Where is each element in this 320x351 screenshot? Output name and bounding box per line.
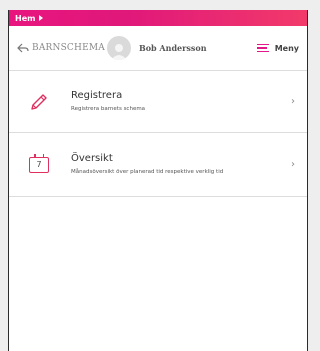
list-item-subtitle: Månadsöversikt över planerad tid respekt… <box>71 169 224 175</box>
user-silhouette-icon <box>110 44 127 60</box>
back-button[interactable]: BARNSCHEMA <box>17 43 105 53</box>
list-item-subtitle: Registrera barnets schema <box>71 106 146 112</box>
app-header: BARNSCHEMA Bob Andersson Meny <box>9 26 307 71</box>
avatar[interactable] <box>106 36 131 60</box>
pencil-icon <box>23 91 55 113</box>
menu-label: Meny <box>274 43 299 53</box>
hamburger-icon <box>256 43 269 53</box>
breadcrumb: Hem <box>9 10 307 26</box>
list-item-registrera[interactable]: Registrera Registrera barnets schema › <box>9 71 307 133</box>
list-item-text: Översikt Månadsöversikt över planerad ti… <box>71 153 283 176</box>
breadcrumb-home-link[interactable]: Hem <box>15 14 44 23</box>
calendar-icon: 7 <box>23 153 55 173</box>
back-arrow-icon <box>17 43 29 53</box>
calendar-day-number: 7 <box>36 160 42 169</box>
app-frame: Hem BARNSCHEMA Bob Andersson Meny Regist… <box>8 10 308 351</box>
menu-button[interactable]: Meny <box>256 43 299 53</box>
app-title: BARNSCHEMA <box>32 43 105 53</box>
chevron-right-icon: › <box>291 159 295 170</box>
breadcrumb-arrow-icon <box>39 15 44 21</box>
list-item-oversikt[interactable]: 7 Översikt Månadsöversikt över planerad … <box>9 133 307 197</box>
list-item-title: Översikt <box>71 153 113 164</box>
chevron-right-icon: › <box>291 96 295 107</box>
list-item-text: Registrera Registrera barnets schema <box>71 90 283 113</box>
list-item-title: Registrera <box>71 90 123 101</box>
breadcrumb-home-label[interactable]: Hem <box>15 14 35 23</box>
user-name: Bob Andersson <box>138 43 207 53</box>
